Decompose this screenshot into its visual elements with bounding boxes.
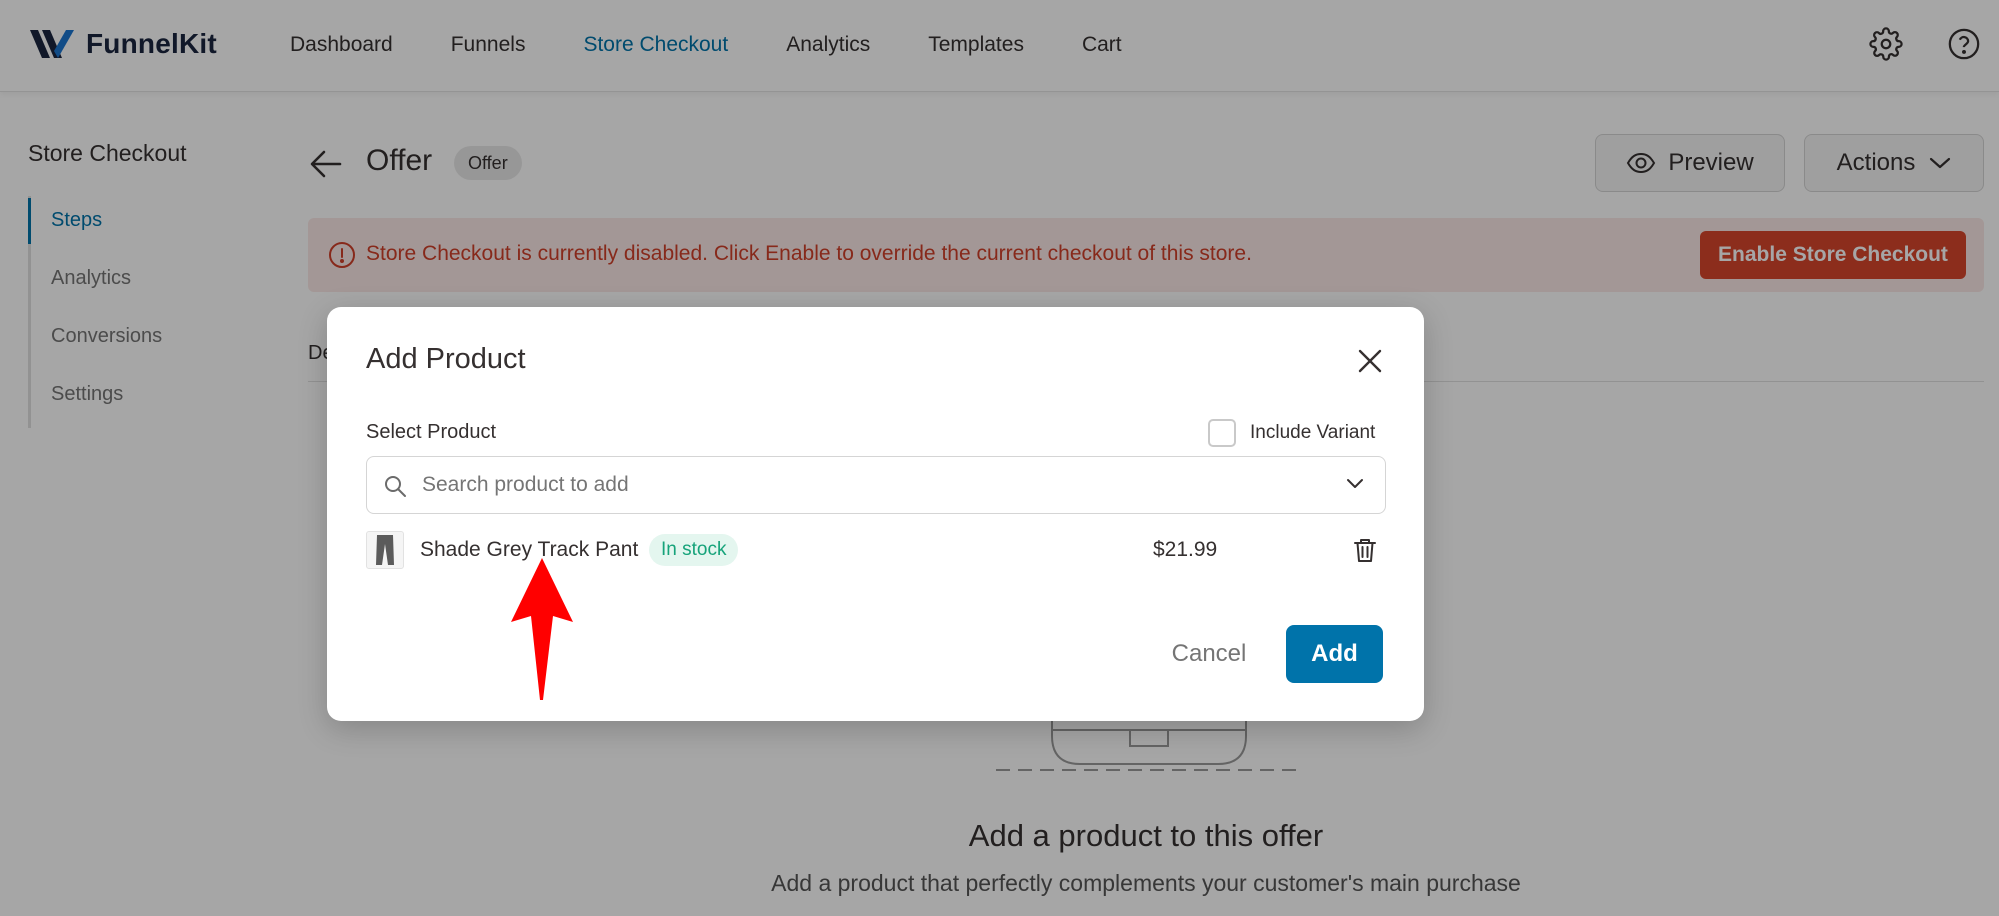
search-icon <box>385 476 406 497</box>
add-button[interactable]: Add <box>1286 625 1383 683</box>
chevron-down-icon[interactable] <box>1345 477 1365 491</box>
stock-status-badge: In stock <box>649 534 739 566</box>
product-price: $21.99 <box>1153 538 1218 561</box>
modal-title: Add Product <box>366 343 526 375</box>
cancel-button[interactable]: Cancel <box>1139 625 1279 683</box>
close-icon <box>1358 349 1382 373</box>
product-search-select[interactable] <box>366 456 1386 514</box>
add-product-modal: Add Product Select Product Include Varia… <box>327 307 1424 721</box>
annotation-arrow-icon <box>511 558 573 700</box>
include-variant-checkbox[interactable] <box>1208 419 1236 447</box>
remove-product-button[interactable] <box>1351 536 1379 564</box>
product-search-input[interactable] <box>422 469 1302 501</box>
include-variant-label: Include Variant <box>1250 422 1376 443</box>
select-product-label: Select Product <box>366 421 497 443</box>
track-pant-image <box>376 535 394 565</box>
product-thumbnail <box>366 531 404 569</box>
trash-icon <box>1354 539 1376 562</box>
include-variant-toggle[interactable]: Include Variant <box>1208 419 1375 447</box>
close-button[interactable] <box>1354 345 1386 377</box>
